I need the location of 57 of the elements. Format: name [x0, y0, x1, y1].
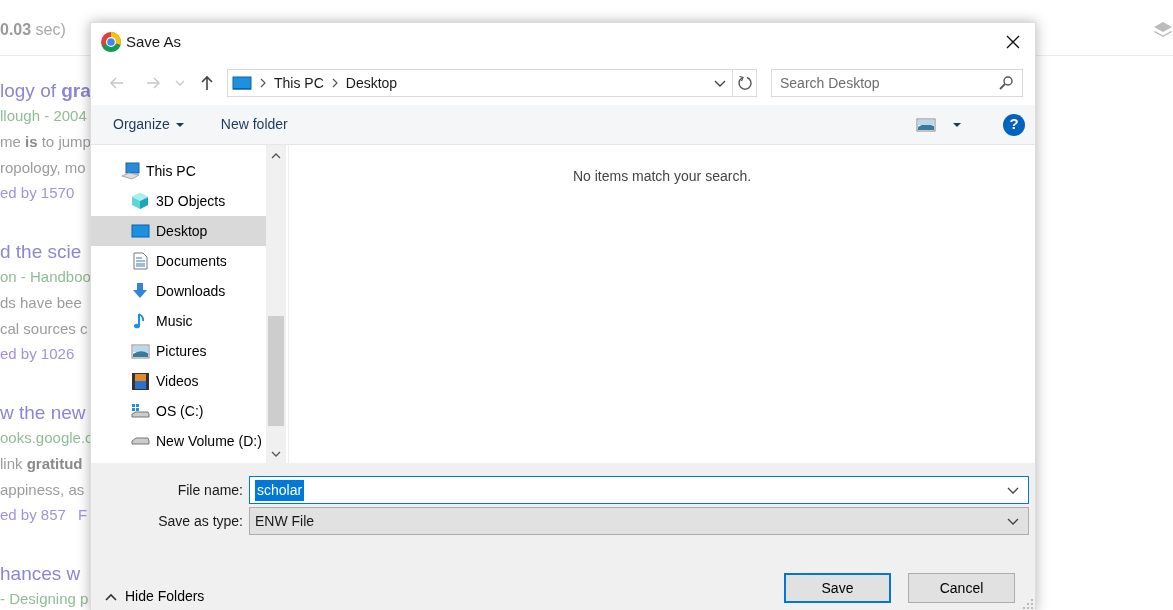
result-byline: ooks.google.c	[0, 429, 93, 448]
folder-item[interactable]: Music	[91, 306, 266, 336]
result-byline: on - Handboo	[0, 268, 91, 287]
file-name-field[interactable]: scholar	[249, 476, 1029, 504]
organize-button[interactable]: Organize	[105, 114, 193, 135]
folder-item[interactable]: Downloads	[91, 276, 266, 306]
folder-item[interactable]: 3D Objects	[91, 186, 266, 216]
cube-icon	[131, 192, 150, 210]
result-byline: - Designing p	[0, 590, 89, 609]
address-bar[interactable]: This PC Desktop	[227, 69, 757, 97]
resize-grip-icon[interactable]	[1023, 599, 1033, 609]
folder-item[interactable]: OS (C:)	[91, 396, 266, 426]
folder-item[interactable]: Desktop	[91, 216, 266, 246]
drive-icon	[131, 402, 150, 420]
caret-icon	[174, 121, 185, 130]
computer-icon	[121, 162, 140, 180]
breadcrumb-item[interactable]: This PC	[268, 72, 330, 94]
folder-item[interactable]: Documents	[91, 246, 266, 276]
breadcrumb-item[interactable]: Desktop	[339, 72, 404, 94]
results-stats: 0.03 sec)	[0, 19, 66, 40]
empty-message: No items match your search.	[572, 168, 752, 184]
folder-item[interactable]: This PC	[91, 156, 266, 186]
browser-logo-icon	[100, 31, 122, 53]
scrollbar[interactable]	[266, 145, 286, 463]
down-arrow-icon	[131, 282, 150, 300]
save-button[interactable]: Save	[784, 573, 891, 603]
search-icon[interactable]	[998, 75, 1014, 91]
search-field[interactable]: Search Desktop	[771, 69, 1023, 97]
result-snippet: link gratitud	[0, 454, 83, 475]
result-snippet: appiness, as	[0, 479, 85, 500]
field-label: Save as type:	[157, 511, 244, 531]
new-folder-button[interactable]: New folder	[212, 114, 296, 135]
chevron-right-icon	[258, 77, 268, 89]
folder-item[interactable]: Pictures	[91, 336, 266, 366]
result-byline: - 2004	[43, 107, 87, 125]
hide-folders-button[interactable]: Hide Folders	[105, 586, 205, 607]
desktop-icon	[232, 75, 252, 91]
cancel-button[interactable]: Cancel	[908, 573, 1015, 603]
picture-view-icon[interactable]	[916, 116, 936, 133]
dialog-title: Save As	[126, 31, 182, 52]
close-icon	[1006, 35, 1020, 49]
picture-icon	[131, 342, 150, 360]
help-button[interactable]: ?	[1003, 113, 1025, 136]
drive-icon	[131, 437, 150, 445]
chevron-down-icon	[175, 80, 185, 86]
result-snippet: cal sources c	[0, 318, 88, 339]
document-icon	[131, 252, 150, 270]
desktop-icon	[131, 222, 150, 240]
film-icon	[131, 372, 150, 390]
caret-up-icon	[105, 591, 117, 602]
folder-item[interactable]: New Volume (D:)	[91, 426, 266, 456]
field-label: File name:	[176, 480, 244, 500]
result-snippet: ropology, mo	[0, 157, 86, 178]
folder-item[interactable]: Videos	[91, 366, 266, 396]
result-snippet: ds have bee	[0, 293, 82, 314]
result-snippet: me is to jump	[0, 132, 91, 153]
file-type-dropdown[interactable]: ENW File	[249, 507, 1029, 535]
